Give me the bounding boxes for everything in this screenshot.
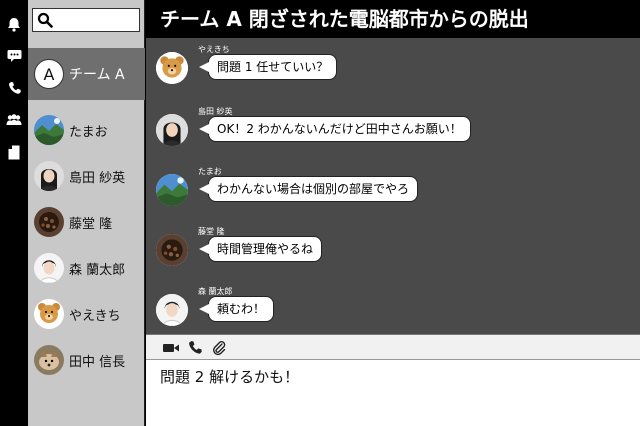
bell-icon[interactable]: [6, 16, 22, 32]
phone-icon[interactable]: [188, 340, 202, 359]
avatar: [156, 234, 188, 266]
message-bubble: わかんない場合は個別の部屋でやろ: [198, 176, 419, 202]
chat-messages: やえきち 問題 1 任せていい？ 島田 紗英 OK！2 わかんないんだけど田中さ…: [146, 38, 640, 334]
message-bubble: OK！2 わかんないんだけど田中さんお願い！: [199, 116, 471, 142]
message-bubble: 頼むわ！: [198, 296, 275, 322]
contact-item-tanaka[interactable]: 田中 信長: [28, 338, 145, 382]
contact-name: 藤堂 隆: [69, 216, 113, 232]
contact-item-shimada[interactable]: 島田 紗英: [28, 154, 145, 198]
contact-name: 島田 紗英: [69, 170, 126, 186]
compose-toolbar: [146, 334, 640, 360]
avatar: [34, 207, 64, 237]
search-input[interactable]: [32, 8, 140, 32]
avatar: [34, 253, 64, 283]
people-icon[interactable]: [6, 112, 22, 128]
contact-list: A チーム A たまお 島田 紗英 藤堂 隆 森 蘭太郎 やえきち 田中 信長: [28, 0, 145, 426]
avatar: [34, 299, 64, 329]
search-icon: [37, 12, 53, 32]
message-bubble: 時間管理俺やるね: [198, 236, 323, 262]
message-bubble: 問題 1 任せていい？: [198, 54, 338, 80]
document-icon[interactable]: [6, 144, 22, 160]
contact-name: チーム A: [69, 67, 125, 83]
avatar: [34, 161, 64, 191]
paperclip-icon[interactable]: [212, 340, 226, 360]
contact-name: 田中 信長: [69, 354, 126, 370]
avatar: [156, 52, 188, 84]
contact-item-tamao[interactable]: たまお: [28, 108, 145, 152]
icon-rail: [0, 0, 28, 426]
chat-title: チーム A 閉ざされた電脳都市からの脱出: [146, 0, 640, 38]
chat-bubble-icon[interactable]: [6, 48, 22, 64]
avatar: [34, 345, 64, 375]
message-input[interactable]: 問題 2 解けるかも！: [146, 360, 640, 426]
phone-icon[interactable]: [6, 80, 22, 96]
message-input-text[interactable]: 問題 2 解けるかも！: [160, 366, 299, 387]
contact-name: やえきち: [69, 308, 121, 324]
contact-name: たまお: [69, 124, 108, 140]
avatar: [156, 114, 188, 146]
contact-item-team-a[interactable]: A チーム A: [28, 48, 145, 100]
avatar: [156, 294, 188, 326]
group-avatar: A: [34, 59, 64, 89]
avatar: [34, 115, 64, 145]
avatar: [156, 174, 188, 206]
contact-item-mori[interactable]: 森 蘭太郎: [28, 246, 145, 290]
contact-name: 森 蘭太郎: [69, 262, 126, 278]
video-camera-icon[interactable]: [162, 340, 180, 359]
contact-item-todo[interactable]: 藤堂 隆: [28, 200, 145, 244]
contact-item-yaekichi[interactable]: やえきち: [28, 292, 145, 336]
